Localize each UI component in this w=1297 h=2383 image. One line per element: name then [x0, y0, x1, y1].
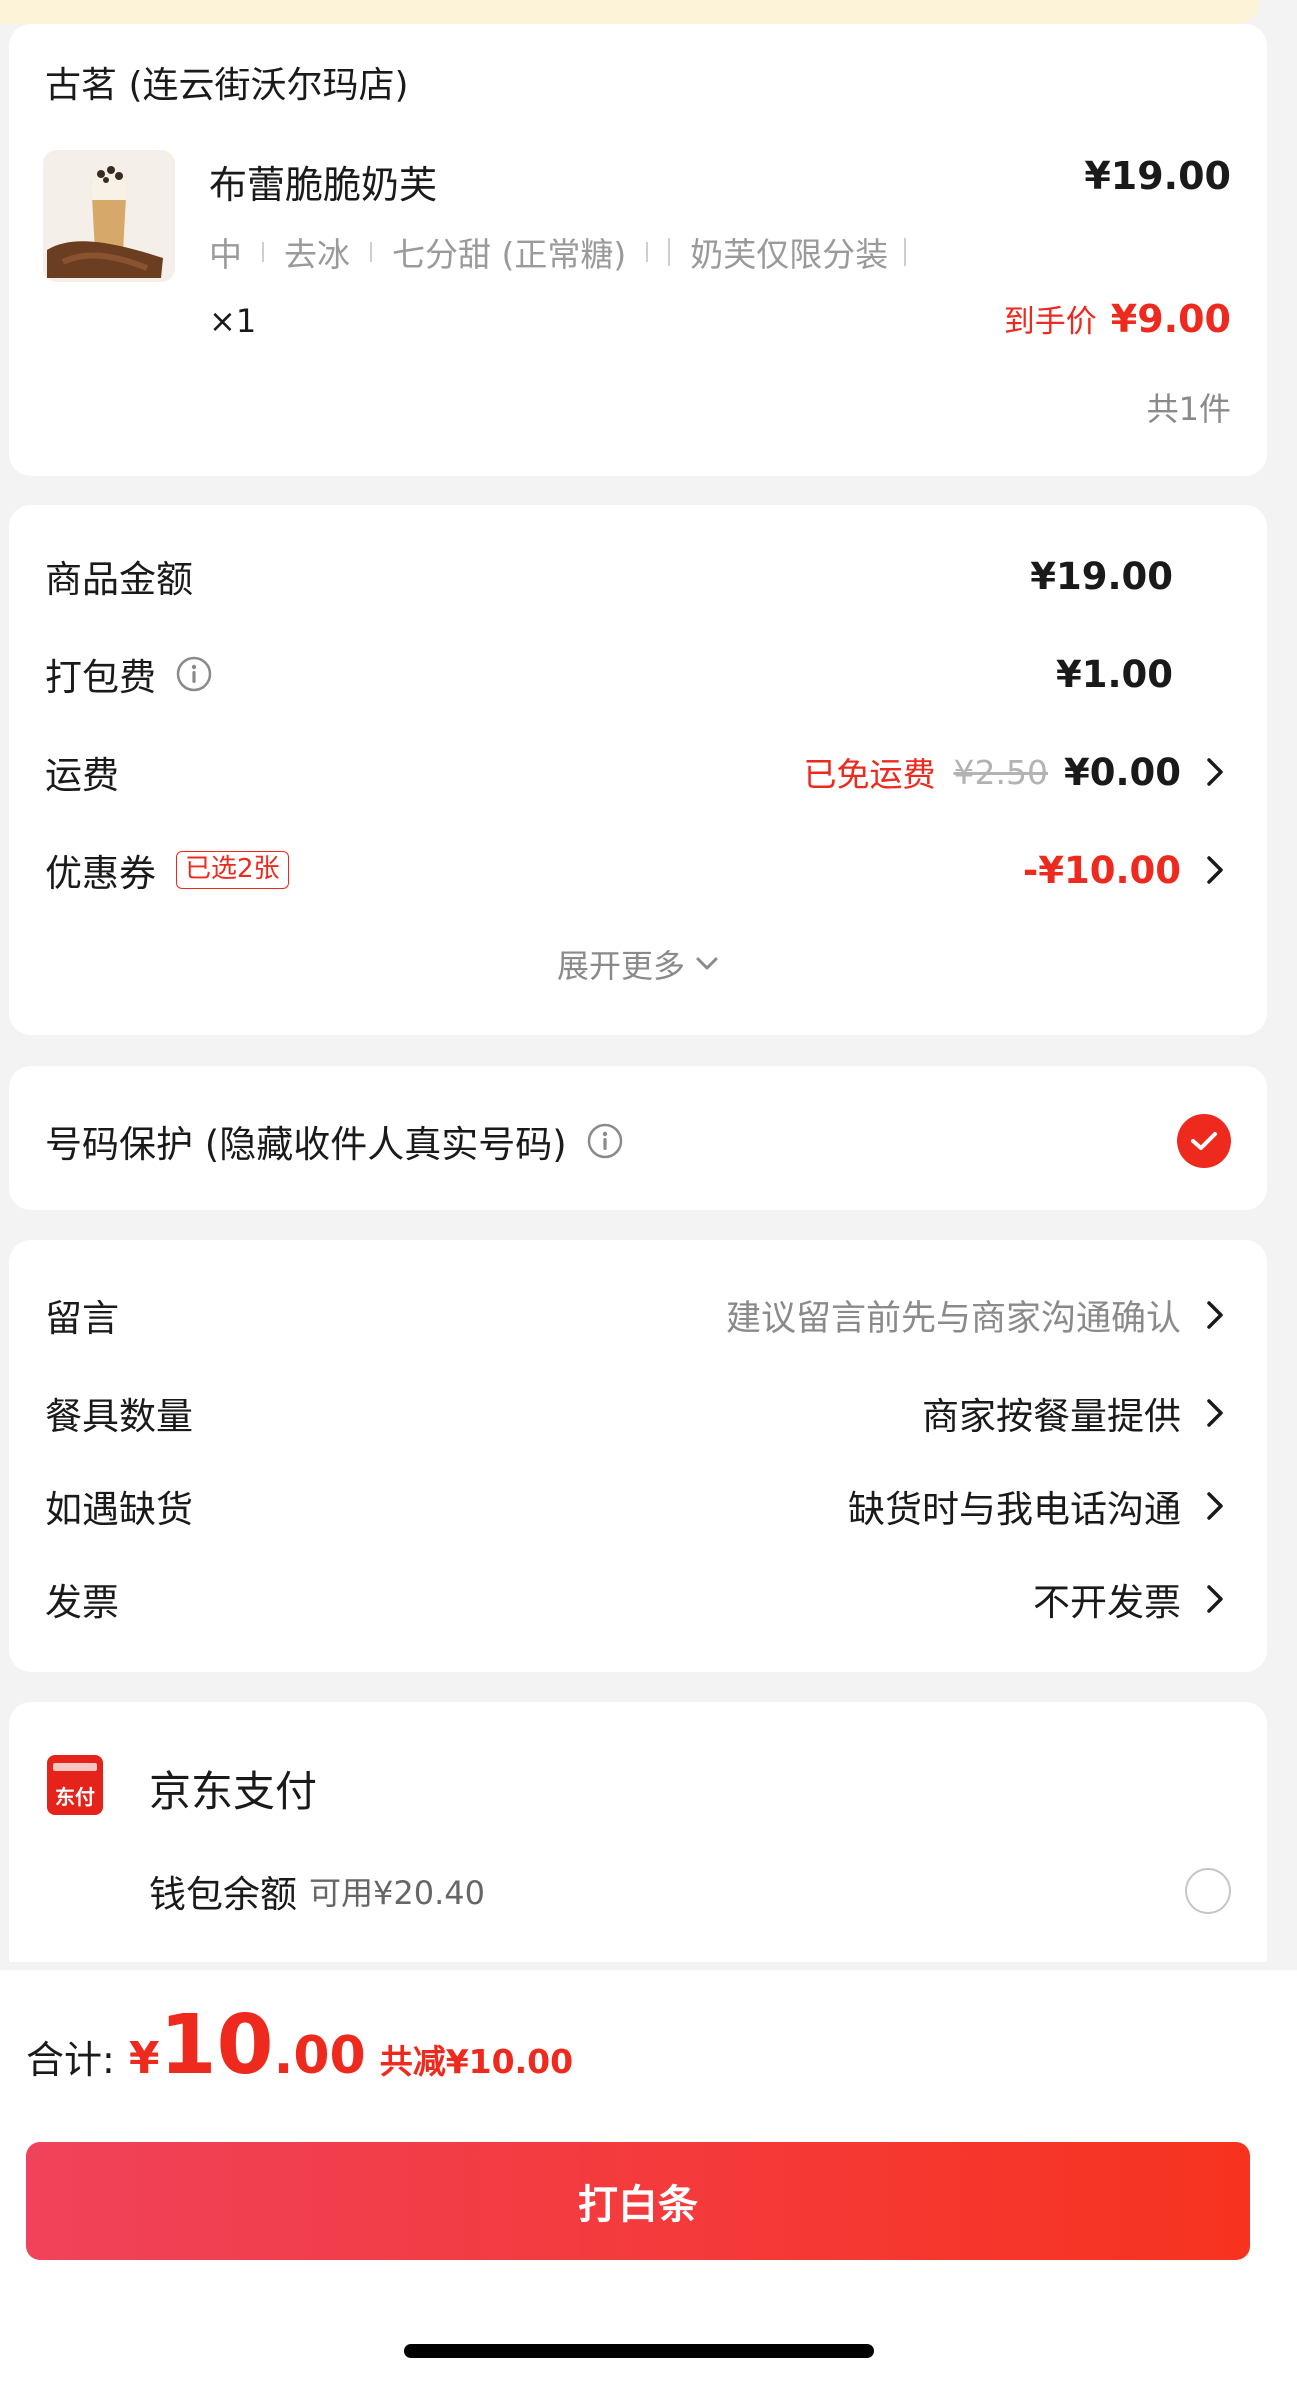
coupon-badge: 已选2张: [176, 851, 289, 889]
spec-sugar: 七分甜 (正常糖): [392, 235, 627, 274]
option-row-out-of-stock[interactable]: 如遇缺货 缺货时与我电话沟通: [45, 1479, 1231, 1533]
total-decimal: .00: [273, 2026, 366, 2086]
privacy-card: 号码保护 (隐藏收件人真实号码): [9, 1066, 1267, 1210]
pay-button[interactable]: 打白条: [26, 2142, 1250, 2260]
wallet-balance-row[interactable]: 钱包余额 可用¥20.40: [149, 1864, 1231, 1918]
total-discount: 共减¥10.00: [379, 2042, 574, 2081]
shipping-free-text: 已免运费: [803, 755, 936, 794]
option-row-invoice[interactable]: 发票 不开发票: [45, 1572, 1231, 1626]
top-banner-strip: [0, 0, 1260, 24]
option-row-message[interactable]: 留言 建议留言前先与商家沟通确认: [45, 1288, 1231, 1342]
wallet-available: 可用¥20.40: [309, 1874, 485, 1912]
payment-card: 东付 京东支付 钱包余额 可用¥20.40: [9, 1702, 1267, 1962]
message-placeholder: 建议留言前先与商家沟通确认: [725, 1298, 1181, 1339]
shipping-row[interactable]: 运费 已免运费 ¥2.50 ¥0.00: [45, 745, 1231, 799]
out-of-stock-value: 缺货时与我电话沟通: [848, 1488, 1181, 1531]
invoice-label: 发票: [45, 1581, 119, 1624]
total-label: 合计:: [26, 2038, 115, 2082]
packing-fee-label: 打包费: [45, 656, 156, 699]
out-of-stock-label: 如遇缺货: [45, 1488, 193, 1531]
coupon-label: 优惠券: [45, 852, 156, 895]
chevron-right-icon[interactable]: [1199, 1299, 1231, 1331]
product-quantity: ×1: [209, 302, 257, 340]
shipping-original-price: ¥2.50: [953, 752, 1048, 792]
shipping-value: ¥0.00: [1063, 750, 1181, 794]
final-price: 到手价 ¥9.00: [1004, 296, 1231, 341]
jd-pay-logo-text: 东付: [55, 1785, 95, 1809]
product-price: ¥19.00: [1084, 154, 1231, 198]
tableware-value: 商家按餐量提供: [922, 1395, 1181, 1438]
packing-fee-value: ¥1.00: [1055, 652, 1173, 696]
store-name[interactable]: 古茗 (连云街沃尔玛店): [45, 56, 409, 108]
item-total-count: 共1件: [1146, 390, 1231, 428]
jd-pay-logo-icon: 东付: [47, 1755, 103, 1815]
wallet-radio[interactable]: [1185, 1868, 1231, 1914]
final-price-label: 到手价: [1003, 304, 1097, 340]
product-thumbnail[interactable]: [43, 150, 175, 282]
wallet-label: 钱包余额: [149, 1873, 297, 1916]
chevron-down-icon: [695, 956, 719, 972]
payment-method-name[interactable]: 京东支付: [149, 1758, 317, 1819]
privacy-label: 号码保护 (隐藏收件人真实号码): [45, 1123, 567, 1166]
tableware-label: 餐具数量: [45, 1395, 193, 1438]
chevron-right-icon[interactable]: [1199, 1397, 1231, 1429]
invoice-value: 不开发票: [1033, 1581, 1181, 1624]
product-specs: 中 去冰 七分甜 (正常糖) 奶芙仅限分装: [209, 228, 907, 276]
coupon-row[interactable]: 优惠券 已选2张 -¥10.00: [45, 843, 1231, 897]
total-integer: 10: [159, 1998, 274, 2093]
coupon-value: -¥10.00: [1022, 848, 1181, 892]
chevron-right-icon[interactable]: [1199, 854, 1231, 886]
store-card: 古茗 (连云街沃尔玛店) 布蕾脆脆奶芙 ¥19.00 中 去冰 七分甜 (正常糖…: [9, 24, 1267, 476]
product-name[interactable]: 布蕾脆脆奶芙: [209, 154, 437, 209]
info-icon[interactable]: [176, 656, 212, 692]
spec-ice: 去冰: [284, 235, 350, 274]
total-currency: ¥: [128, 2033, 160, 2084]
options-card: 留言 建议留言前先与商家沟通确认 餐具数量 商家按餐量提供 如遇缺货 缺货时与我…: [9, 1240, 1267, 1672]
chevron-right-icon[interactable]: [1199, 1583, 1231, 1615]
shipping-label: 运费: [45, 754, 119, 797]
chevron-right-icon[interactable]: [1199, 1490, 1231, 1522]
checkout-footer: 合计: ¥ 10 .00 共减¥10.00 打白条: [0, 1970, 1297, 2383]
expand-more-button[interactable]: 展开更多: [9, 941, 1267, 987]
spec-size: 中: [209, 235, 242, 274]
goods-amount-value: ¥19.00: [1030, 554, 1173, 598]
info-icon[interactable]: [587, 1123, 623, 1159]
total-summary: 合计: ¥ 10 .00 共减¥10.00: [26, 1998, 573, 2093]
fees-card: 商品金额 ¥19.00 打包费 ¥1.00 运费 已免运费 ¥2.50 ¥0.0…: [9, 505, 1267, 1035]
goods-amount-label: 商品金额: [45, 558, 193, 601]
final-price-value: ¥9.00: [1110, 297, 1231, 341]
privacy-checkbox[interactable]: [1177, 1114, 1231, 1168]
chevron-right-icon[interactable]: [1199, 756, 1231, 788]
spec-note: 奶芙仅限分装: [690, 235, 889, 274]
message-label: 留言: [45, 1297, 119, 1340]
option-row-tableware[interactable]: 餐具数量 商家按餐量提供: [45, 1386, 1231, 1440]
expand-more-label: 展开更多: [556, 947, 685, 985]
pay-button-label: 打白条: [578, 2182, 698, 2228]
home-indicator: [404, 2344, 874, 2358]
